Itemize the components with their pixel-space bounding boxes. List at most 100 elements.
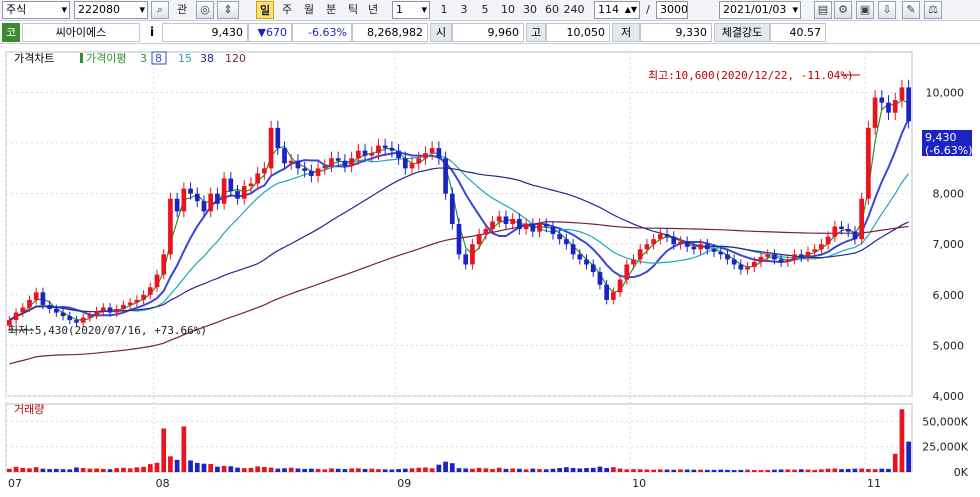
volume-bar [490,469,495,472]
candle-body [839,226,844,230]
period-tick-button[interactable]: 틱 [344,1,362,19]
stock-name[interactable]: 씨아이에스 [22,23,140,42]
period-day-button[interactable]: 일 [256,1,274,19]
candle-body [852,231,858,240]
legend-ma-120: 120 [225,52,246,65]
stock-code-input[interactable]: 222080 ▾ [74,1,148,19]
interval-60-button[interactable]: 60 [542,1,562,19]
volume-bar [832,468,838,472]
volume-bar [396,469,401,472]
candle-body [845,229,851,232]
spin-updown-icon[interactable]: ⇕ [217,1,239,19]
download-icon[interactable]: ⇩ [878,1,896,19]
date-select[interactable]: 2021/01/03 ▾ [719,1,801,19]
interval-30-button[interactable]: 30 [520,1,540,19]
month-label: 09 [397,477,411,490]
interval-3-button[interactable]: 3 [457,1,471,19]
candle-body [537,224,542,232]
refresh-icon[interactable]: ◎ [196,1,214,19]
candle-body [436,148,442,159]
candle-body [751,261,757,267]
candle-body [644,244,650,250]
interval-1-button[interactable]: 1 [437,1,451,19]
gear-icon[interactable]: ⚙ [834,1,852,19]
volume-bar [496,467,502,472]
count-input[interactable]: 114 ▲▼ [594,1,640,19]
interval-5-button[interactable]: 5 [478,1,492,19]
volume-bar [557,468,563,472]
volume-bar [785,469,791,472]
period-week-button[interactable]: 주 [278,1,296,19]
market-select[interactable]: 주식 ▾ [2,1,70,19]
tool-icon[interactable]: ✎ [902,1,920,19]
search-icon[interactable]: ⌕ [151,1,169,19]
candle-body [684,241,690,247]
volume-bar [275,468,281,472]
candle-body [174,198,180,212]
volume-tick-label: 0K [954,466,969,479]
candle-body [60,312,66,317]
candle-body [27,299,32,308]
clipboard-icon[interactable]: ▣ [856,1,874,19]
interval-10-button[interactable]: 10 [498,1,518,19]
high-value: 10,050 [546,23,610,42]
price-tick-label: 4,000 [933,390,965,403]
candle-body [866,127,871,199]
candle-body [456,224,462,255]
volume-bar [812,469,818,472]
volume-bar [60,469,66,472]
volume-bar [879,468,885,472]
candle-body [637,249,643,260]
volume-bar [409,468,415,472]
price-chart[interactable]: 10,0009,0008,0007,0006,0005,0004,00050,0… [0,44,980,497]
candle-body [389,148,395,151]
volume-bar [778,469,784,472]
candle-body [147,287,153,295]
volume-bar [590,467,596,472]
candle-body [309,170,314,176]
candle-body [872,97,878,128]
candle-body [362,150,368,156]
chart-icon[interactable]: ▤ [814,1,832,19]
volume-bar [657,469,663,472]
candle-body [886,102,891,113]
volume-bar [67,469,73,472]
period-minute-button[interactable]: 분 [322,1,340,19]
volume-bar [255,466,261,472]
candle-body [100,307,106,312]
volume-bar [738,469,744,472]
period-year-button[interactable]: 년 [364,1,382,19]
candle-body [805,251,811,257]
volume-bar [134,467,140,472]
volume-bar [570,467,576,472]
volume-bar [584,468,589,472]
candle-body [463,254,469,265]
volume-bar [819,469,824,472]
candle-body [597,272,603,285]
volume-bar [537,469,542,472]
interval-240-button[interactable]: 240 [562,1,586,19]
volume-bar [866,468,871,472]
candle-body [738,264,744,270]
scale-icon[interactable]: ⚖ [924,1,942,19]
interval-select[interactable]: 1 ▾ [392,1,430,19]
candle-body [107,307,113,313]
candle-body [47,304,52,309]
legend-ma-label: 가격이평 [86,52,126,65]
volume-tick-label: 25,000K [922,441,968,454]
total-input[interactable]: 3000 [656,1,688,19]
legend-ma-8: 8 [155,52,162,65]
high-label: 고 [526,23,546,42]
gwan-button[interactable]: 관 [172,1,192,19]
chart-background [0,44,980,497]
candle-body [543,224,549,227]
candle-body [899,87,905,101]
info-icon[interactable]: i [146,23,158,42]
last-change-label: (-6.63%) [925,144,973,157]
candle-body [396,150,401,159]
volume-bar [181,426,187,472]
candle-body [624,264,630,280]
volume-bar [107,469,113,472]
period-month-button[interactable]: 월 [300,1,318,19]
open-value: 9,960 [452,23,524,42]
